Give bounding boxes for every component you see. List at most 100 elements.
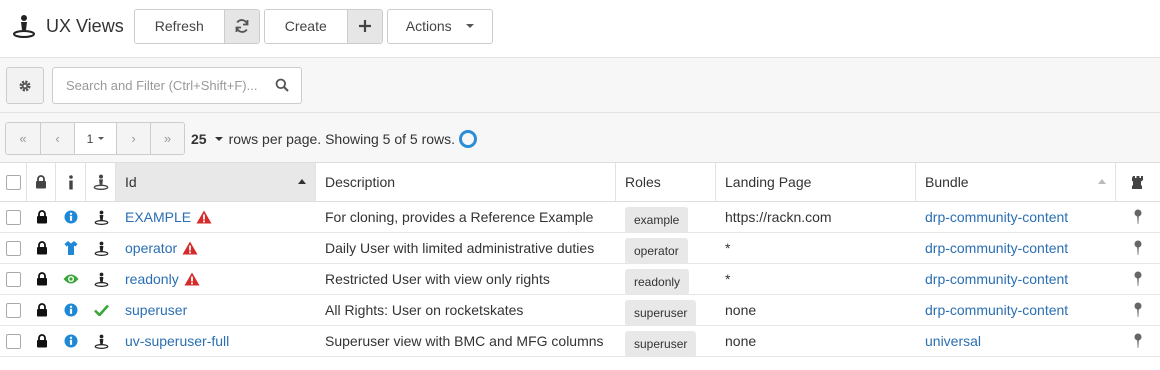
pager: « ‹ 1 › »	[5, 122, 185, 155]
first-page-button[interactable]: «	[6, 123, 40, 154]
rook-icon	[1132, 176, 1143, 189]
gear-icon	[19, 79, 31, 92]
bundle-cell: drp-community-content	[916, 202, 1116, 232]
prev-page-button[interactable]: ‹	[40, 123, 74, 154]
search-field	[52, 67, 302, 104]
id-cell: uv-superuser-full	[116, 326, 316, 356]
warning-icon	[196, 210, 212, 224]
role-badge: superuser	[625, 331, 697, 356]
refresh-icon	[235, 19, 249, 33]
eye-icon	[63, 274, 79, 284]
description-cell: Superuser view with BMC and MFG columns	[325, 333, 604, 349]
lock-cell	[27, 233, 56, 263]
description-cell: For cloning, provides a Reference Exampl…	[325, 209, 594, 225]
last-page-button[interactable]: »	[150, 123, 184, 154]
page-title: UX Views	[46, 15, 124, 36]
view-id-link[interactable]: uv-superuser-full	[125, 333, 229, 349]
view-id-link[interactable]: superuser	[125, 302, 187, 318]
table-row[interactable]: superuser All Rights: User on rocketskat…	[0, 295, 1160, 326]
bundle-link[interactable]: drp-community-content	[925, 271, 1068, 287]
actions-dropdown[interactable]: Actions	[386, 8, 493, 44]
id-cell: EXAMPLE	[116, 202, 316, 232]
row-checkbox[interactable]	[6, 240, 21, 256]
plus-icon	[358, 20, 371, 32]
view-id-link[interactable]: EXAMPLE	[125, 209, 191, 225]
bundle-link[interactable]: universal	[925, 333, 981, 349]
view-id-link[interactable]: operator	[125, 240, 177, 256]
page-number: 1	[86, 131, 94, 146]
description-cell: Restricted User with view only rights	[325, 271, 550, 287]
column-header-bundle-type[interactable]	[1116, 163, 1160, 201]
type-cell	[86, 264, 116, 294]
type-column-header[interactable]	[86, 163, 116, 201]
rows-per-page-select[interactable]: 25	[191, 131, 207, 147]
row-checkbox[interactable]	[6, 209, 21, 225]
refresh-icon-button[interactable]	[223, 9, 259, 43]
column-header-description[interactable]: Description	[316, 163, 616, 201]
row-checkbox[interactable]	[6, 271, 21, 287]
row-checkbox[interactable]	[6, 333, 21, 349]
pin-icon[interactable]	[1133, 271, 1143, 287]
row-checkbox[interactable]	[6, 302, 21, 318]
landing-page-cell: *	[725, 271, 731, 287]
refresh-button[interactable]: Refresh	[134, 9, 224, 43]
pin-icon[interactable]	[1133, 302, 1143, 318]
column-header-id[interactable]: Id	[116, 163, 316, 201]
table-row[interactable]: uv-superuser-full Superuser view with BM…	[0, 326, 1160, 357]
info-column-header[interactable]	[56, 163, 86, 201]
column-header-landing-page-label: Landing Page	[725, 174, 812, 190]
row-select-cell	[0, 295, 27, 325]
column-header-bundle-label: Bundle	[925, 174, 969, 190]
column-header-landing-page[interactable]: Landing Page	[716, 163, 916, 201]
view-id-link[interactable]: readonly	[125, 271, 179, 287]
table-row[interactable]: EXAMPLE For cloning, provides a Referenc…	[0, 202, 1160, 233]
loading-spinner-icon	[459, 130, 478, 148]
pin-icon[interactable]	[1133, 333, 1143, 349]
column-header-roles[interactable]: Roles	[616, 163, 716, 201]
actions-label: Actions	[405, 18, 452, 34]
type-cell	[86, 295, 116, 325]
pin-icon[interactable]	[1133, 240, 1143, 256]
info-circle-icon	[64, 303, 78, 317]
pin-icon[interactable]	[1133, 209, 1143, 225]
role-badge: example	[625, 207, 689, 232]
page-select[interactable]: 1	[74, 123, 116, 154]
bundle-type-cell	[1116, 233, 1160, 263]
pagination-bar: « ‹ 1 › » 25 rows per page. Showing 5 of…	[0, 112, 1160, 162]
roles-cell: example	[616, 202, 716, 232]
roles-cell: operator	[616, 233, 716, 263]
search-input[interactable]	[66, 78, 271, 93]
select-all-checkbox[interactable]	[5, 174, 21, 190]
role-badge: readonly	[625, 269, 690, 294]
column-header-description-label: Description	[325, 174, 396, 190]
table-row[interactable]: operator Daily User with limited adminis…	[0, 233, 1160, 264]
bundle-link[interactable]: drp-community-content	[925, 240, 1068, 256]
bundle-link[interactable]: drp-community-content	[925, 302, 1068, 318]
column-header-bundle[interactable]: Bundle	[916, 163, 1116, 201]
chevron-down-icon	[98, 137, 105, 140]
user-view-icon	[94, 272, 108, 287]
create-button[interactable]: Create	[264, 9, 347, 43]
table-row[interactable]: readonly Restricted User with view only …	[0, 264, 1160, 295]
create-plus-button[interactable]	[346, 9, 382, 43]
create-button-group: Create	[263, 8, 383, 44]
bundle-link[interactable]: drp-community-content	[925, 209, 1068, 225]
lock-column-header[interactable]	[27, 163, 56, 201]
search-icon[interactable]	[275, 78, 289, 92]
warning-icon	[184, 272, 200, 286]
rows-info: 25 rows per page. Showing 5 of 5 rows.	[191, 130, 478, 148]
roles-cell: superuser	[616, 326, 716, 356]
chevron-down-icon[interactable]	[214, 137, 223, 141]
bundle-type-cell	[1116, 264, 1160, 294]
type-cell	[86, 202, 116, 232]
roles-cell: superuser	[616, 295, 716, 325]
settings-button[interactable]	[6, 67, 44, 104]
row-select-cell	[0, 202, 27, 232]
landing-page-cell: *	[725, 240, 731, 256]
warning-icon	[182, 241, 198, 255]
landing-page-cell: https://rackn.com	[725, 209, 832, 225]
next-page-button[interactable]: ›	[116, 123, 150, 154]
id-cell: operator	[116, 233, 316, 263]
id-cell: superuser	[116, 295, 316, 325]
bundle-cell: drp-community-content	[916, 295, 1116, 325]
